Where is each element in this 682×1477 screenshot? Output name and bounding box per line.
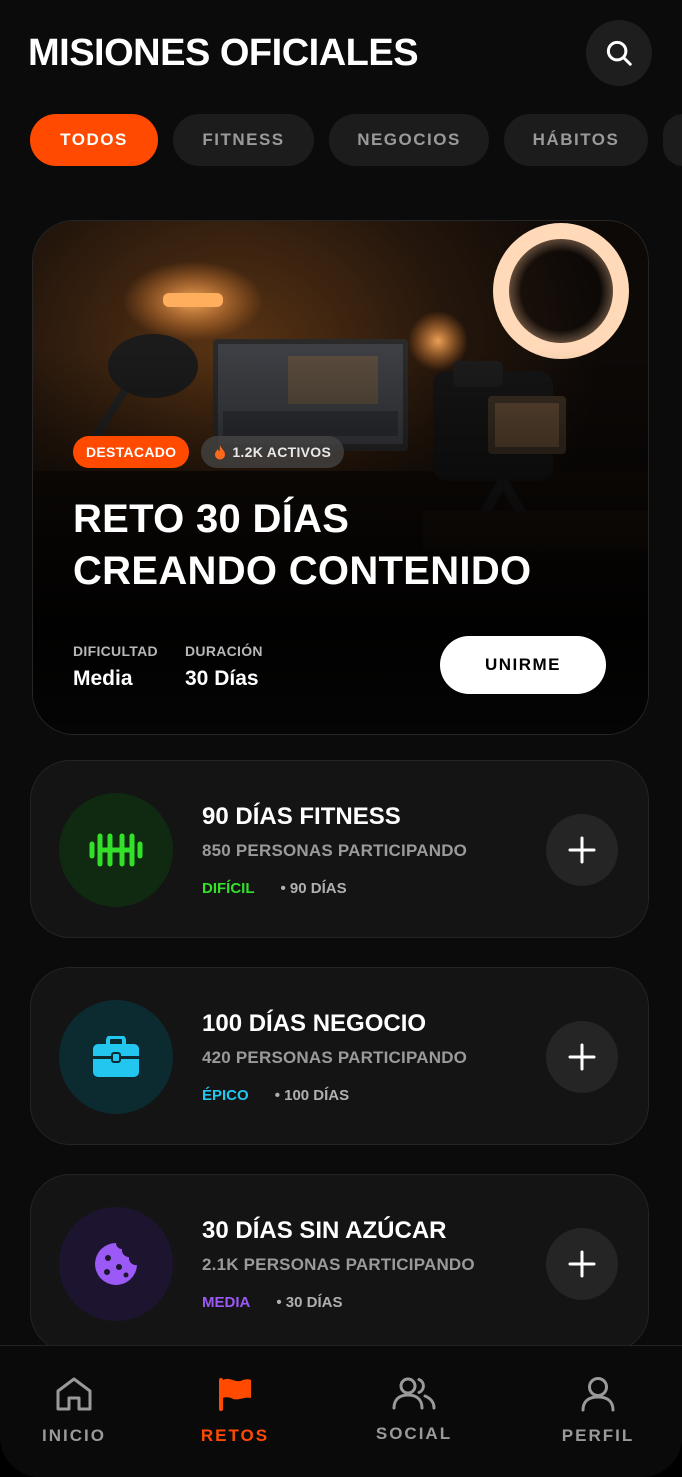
home-icon — [56, 1377, 92, 1411]
nav-item-inicio[interactable]: INICIO — [4, 1376, 144, 1446]
hero-badges: DESTACADO 1.2K ACTIVOS — [73, 436, 345, 468]
briefcase-icon — [93, 1036, 139, 1077]
mission-level: MEDIA — [202, 1294, 251, 1311]
mission-tags: ÉPICO • 100 DÍAS — [202, 1087, 349, 1104]
nav-item-perfil[interactable]: PERFIL — [528, 1376, 668, 1446]
featured-title: RETO 30 DÍAS CREANDO CONTENIDO — [73, 493, 613, 597]
mission-days: • 30 DÍAS — [276, 1294, 343, 1311]
add-mission-button[interactable] — [546, 814, 618, 886]
bottom-nav: INICIO RETOS SOCIAL PERFIL — [0, 1345, 682, 1477]
mission-title: 90 DÍAS FITNESS — [202, 803, 401, 830]
active-count-badge: 1.2K ACTIVOS — [201, 436, 345, 468]
search-icon — [606, 40, 632, 66]
tab-negocios[interactable]: NEGOCIOS — [329, 114, 489, 166]
nav-label: SOCIAL — [375, 1424, 453, 1443]
cookie-icon — [95, 1243, 137, 1285]
duration-meta: DURACIÓN 30 Días — [185, 643, 263, 691]
featured-badge: DESTACADO — [73, 436, 190, 468]
flag-icon — [219, 1378, 251, 1411]
plus-icon — [568, 1043, 596, 1071]
nav-item-retos[interactable]: RETOS — [165, 1376, 305, 1446]
join-button[interactable]: UNIRME — [440, 636, 606, 694]
plus-icon — [568, 836, 596, 864]
plus-icon — [568, 1250, 596, 1278]
tab-fitness[interactable]: FITNESS — [173, 114, 314, 166]
header: MISIONES OFICIALES — [28, 20, 652, 86]
dumbbell-icon — [89, 833, 143, 867]
mission-title: 30 DÍAS SIN AZÚCAR — [202, 1217, 447, 1244]
app-screen: MISIONES OFICIALES TODOS FITNESS NEGOCIO… — [0, 0, 682, 1477]
mission-card-business[interactable]: 100 DÍAS NEGOCIO 420 PERSONAS PARTICIPAN… — [30, 967, 649, 1145]
active-count-text: 1.2K ACTIVOS — [232, 444, 332, 460]
featured-title-line1: RETO 30 DÍAS — [73, 497, 350, 541]
tab-habitos[interactable]: HÁBITOS — [504, 114, 648, 166]
add-mission-button[interactable] — [546, 1228, 618, 1300]
mission-card-fitness[interactable]: 90 DÍAS FITNESS 850 PERSONAS PARTICIPAND… — [30, 760, 649, 938]
users-icon — [392, 1377, 436, 1410]
featured-title-line2: CREANDO CONTENIDO — [73, 549, 532, 593]
tab-todos[interactable]: TODOS — [30, 114, 158, 166]
difficulty-label: DIFICULTAD — [73, 643, 158, 659]
mission-title: 100 DÍAS NEGOCIO — [202, 1010, 427, 1037]
mission-tags: DIFÍCIL • 90 DÍAS — [202, 880, 347, 897]
category-tabs: TODOS FITNESS NEGOCIOS HÁBITOS — [30, 114, 682, 166]
mission-icon-badge — [59, 1000, 173, 1114]
mission-days: • 90 DÍAS — [280, 880, 347, 897]
mission-participants: 2.1K PERSONAS PARTICIPANDO — [202, 1255, 475, 1274]
fire-icon — [215, 444, 226, 459]
difficulty-meta: DIFICULTAD Media — [73, 643, 158, 691]
mission-level: ÉPICO — [202, 1087, 249, 1104]
mission-level: DIFÍCIL — [202, 880, 255, 897]
mission-participants: 420 PERSONAS PARTICIPANDO — [202, 1048, 468, 1067]
mission-icon-badge — [59, 793, 173, 907]
user-icon — [581, 1377, 615, 1412]
duration-label: DURACIÓN — [185, 643, 263, 659]
page-title: MISIONES OFICIALES — [28, 31, 419, 74]
add-mission-button[interactable] — [546, 1021, 618, 1093]
nav-label: RETOS — [200, 1426, 270, 1445]
difficulty-value: Media — [73, 667, 133, 690]
tab-overflow[interactable] — [663, 114, 682, 166]
search-button[interactable] — [586, 20, 652, 86]
mission-icon-badge — [59, 1207, 173, 1321]
mission-card-no-sugar[interactable]: 30 DÍAS SIN AZÚCAR 2.1K PERSONAS PARTICI… — [30, 1174, 649, 1352]
featured-challenge-card[interactable]: DESTACADO 1.2K ACTIVOS RETO 30 DÍAS CREA… — [32, 220, 649, 735]
duration-value: 30 Días — [185, 667, 259, 690]
nav-label: PERFIL — [561, 1426, 635, 1445]
nav-label: INICIO — [42, 1426, 106, 1445]
mission-participants: 850 PERSONAS PARTICIPANDO — [202, 841, 468, 860]
mission-days: • 100 DÍAS — [274, 1087, 350, 1104]
mission-tags: MEDIA • 30 DÍAS — [202, 1294, 342, 1311]
nav-item-social[interactable]: SOCIAL — [344, 1376, 484, 1444]
